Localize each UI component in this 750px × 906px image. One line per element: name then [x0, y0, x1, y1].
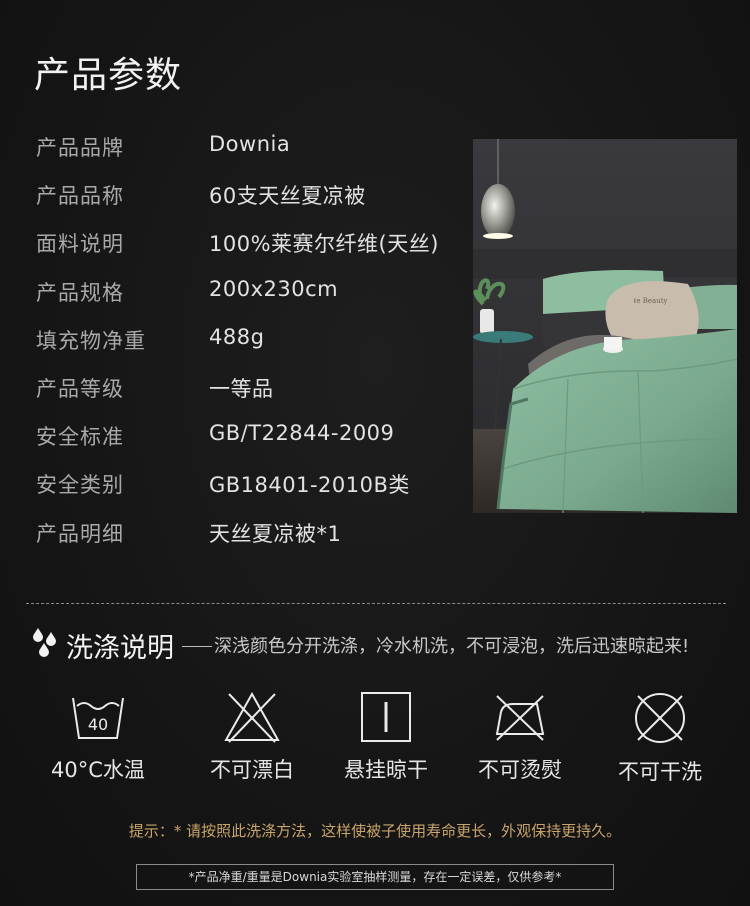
care-item-40c: 40 40°C水温: [28, 690, 168, 784]
param-key: 产品品牌: [36, 136, 124, 160]
param-value: 60支天丝夏凉被: [209, 184, 366, 209]
no-bleach-icon: [224, 691, 280, 743]
param-value: 100%莱赛尔纤维(天丝): [209, 232, 439, 257]
param-key: 产品等级: [36, 376, 124, 401]
param-row: 产品等级 一等品: [36, 373, 456, 421]
param-value: 一等品: [209, 376, 274, 401]
water-drops-icon: [33, 628, 56, 657]
param-row: 产品品牌 Downia: [36, 132, 456, 180]
param-row: 产品品称 60支天丝夏凉被: [36, 180, 456, 228]
svg-text:ℓe Beauty: ℓe Beauty: [633, 297, 668, 305]
hang-dry-icon: [361, 692, 411, 742]
wash-section-header: 洗涤说明 深浅颜色分开洗涤，冷水机洗，不可浸泡，洗后迅速晾起来!: [32, 626, 732, 666]
param-row: 填充物净重 488g: [36, 325, 456, 373]
param-row: 产品明细 天丝夏凉被*1: [36, 518, 456, 566]
param-key: 产品品称: [36, 184, 124, 209]
wash-40-icon: 40: [72, 697, 124, 739]
title-dash: [182, 646, 212, 647]
param-key: 填充物净重: [36, 328, 146, 353]
care-item-no-bleach: 不可漂白: [182, 690, 322, 784]
param-key: 安全标准: [36, 425, 124, 450]
no-dry-clean-icon: [635, 693, 685, 743]
param-row: 面料说明 100%莱赛尔纤维(天丝): [36, 228, 456, 276]
care-item-hang-dry: 悬挂晾干: [316, 690, 456, 784]
param-value: GB18401-2010B类: [209, 473, 410, 498]
wash-description: 深浅颜色分开洗涤，冷水机洗，不可浸泡，洗后迅速晾起来!: [214, 636, 690, 657]
param-row: 产品规格 200x230cm: [36, 277, 456, 325]
page-title: 产品参数: [34, 55, 183, 96]
care-label: 不可烫熨: [478, 758, 562, 782]
param-value: GB/T22844-2009: [209, 421, 395, 446]
bedroom-scene-illustration: ℓe Beauty: [473, 139, 737, 513]
weight-note: *产品净重/重量是Downia实验室抽样测量，存在一定误差，仅供参考*: [136, 864, 614, 890]
param-key: 产品规格: [36, 280, 124, 305]
param-value: 200x230cm: [209, 276, 339, 301]
care-label: 不可干洗: [618, 760, 702, 784]
param-value: 天丝夏凉被*1: [209, 521, 342, 546]
wash-temperature: 40: [88, 715, 108, 734]
care-label: 40°C水温: [51, 758, 145, 782]
param-value: 488g: [209, 324, 265, 349]
param-key: 面料说明: [36, 232, 124, 257]
param-row: 安全标准 GB/T22844-2009: [36, 421, 456, 469]
care-icons: 40 40°C水温 不可漂白 悬挂晾干 不可烫熨 不可干洗: [0, 690, 750, 790]
product-photo: ℓe Beauty: [473, 139, 737, 513]
no-iron-icon: [495, 695, 545, 741]
param-row: 安全类别 GB18401-2010B类: [36, 469, 456, 517]
wash-title: 洗涤说明: [66, 633, 174, 664]
param-key: 产品明细: [36, 521, 124, 546]
param-value: Downia: [209, 132, 291, 156]
dashed-divider: [26, 603, 726, 604]
care-item-no-dry-clean: 不可干洗: [590, 690, 730, 786]
care-tip: 提示：* 请按照此洗涤方法，这样使被子使用寿命更长，外观保持更持久。: [128, 822, 622, 840]
care-label: 悬挂晾干: [344, 758, 428, 782]
params-table: 产品品牌 Downia 产品品称 60支天丝夏凉被 面料说明 100%莱赛尔纤维…: [36, 132, 456, 566]
care-item-no-iron: 不可烫熨: [450, 690, 590, 784]
param-key: 安全类别: [36, 473, 124, 498]
care-label: 不可漂白: [210, 758, 294, 782]
